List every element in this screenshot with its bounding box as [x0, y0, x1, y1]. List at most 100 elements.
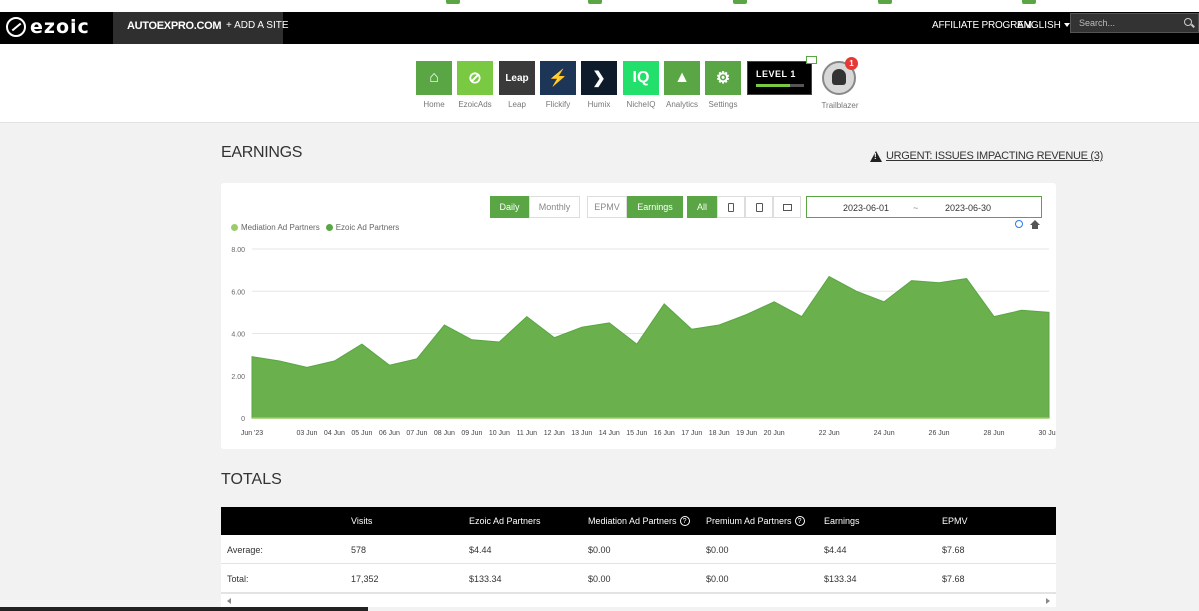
x-tick-label: 10 Jun: [489, 430, 510, 437]
site-name: AUTOEXPRO.COM: [127, 20, 222, 32]
column-header-label: Visits: [351, 516, 373, 526]
avatar-icon: [832, 69, 846, 85]
caret-down-icon: [1063, 23, 1070, 28]
table-cell: $4.44: [469, 545, 492, 555]
table-cell: $0.00: [706, 574, 729, 584]
trailblazer-label: Trailblazer: [821, 101, 859, 110]
home-icon: ⌂: [416, 61, 452, 95]
chart-legend: Mediation Ad Partners Ezoic Ad Partners: [231, 223, 399, 232]
column-header: Premium Ad Partners?: [706, 516, 805, 526]
legend-label: Mediation Ad Partners: [241, 223, 320, 232]
table-cell: $133.34: [824, 574, 857, 584]
daily-button[interactable]: Daily: [490, 196, 529, 218]
table-cell: $0.00: [588, 574, 611, 584]
y-tick-label: 2.00: [231, 374, 245, 381]
y-tick-label: 8.00: [231, 247, 245, 254]
earnings-button[interactable]: Earnings: [627, 196, 683, 218]
settings-icon: ⚙: [705, 61, 741, 95]
column-header-label: Earnings: [824, 516, 860, 526]
totals-table: Visits Ezoic Ad Partners Mediation Ad Part…: [221, 507, 1056, 607]
x-tick-label: 26 Jun: [929, 430, 950, 437]
table-cell: Average:: [227, 545, 263, 555]
add-site-link[interactable]: + ADD A SITE: [226, 20, 289, 31]
x-tick-label: 15 Jun: [626, 430, 647, 437]
mobile-button[interactable]: [717, 196, 745, 218]
x-tick-label: 07 Jun: [406, 430, 427, 437]
legend-dot: [231, 224, 238, 231]
urgent-issues-link[interactable]: URGENT: ISSUES IMPACTING REVENUE (3): [870, 150, 1103, 162]
totals-title: TOTALS: [221, 471, 282, 488]
x-tick-label: 20 Jun: [764, 430, 785, 437]
x-tick-label: 13 Jun: [571, 430, 592, 437]
level-badge[interactable]: LEVEL 1: [747, 61, 812, 95]
warning-icon: [870, 150, 882, 162]
x-tick-label: 14 Jun: [599, 430, 620, 437]
ezoic-wordmark: ezoic: [30, 16, 90, 38]
x-tick-label: 19 Jun: [736, 430, 757, 437]
table-cell: $0.00: [588, 545, 611, 555]
y-tick-label: 6.00: [231, 289, 245, 296]
scroll-left-icon[interactable]: [227, 598, 231, 604]
monthly-button[interactable]: Monthly: [529, 196, 580, 218]
nicheiq-icon: IQ: [623, 61, 659, 95]
search-placeholder: Search...: [1079, 18, 1116, 28]
analytics-icon: ▲: [664, 61, 700, 95]
scroll-right-icon[interactable]: [1046, 598, 1050, 604]
x-tick-label: Jun '23: [241, 430, 263, 437]
x-tick-label: 09 Jun: [461, 430, 482, 437]
column-header: Mediation Ad Partners?: [588, 516, 690, 526]
column-header-label: Premium Ad Partners: [706, 516, 792, 526]
x-tick-label: 18 Jun: [709, 430, 730, 437]
table-cell: $7.68: [942, 574, 965, 584]
app-label: Settings: [708, 100, 738, 109]
date-range-input[interactable]: 2023-06-01 ~ 2023-06-30: [806, 196, 1042, 218]
zoom-icon[interactable]: [1015, 220, 1023, 228]
ezoicads-icon: ⊘: [457, 61, 493, 95]
browser-strip: [0, 0, 1199, 12]
level-progress: [756, 84, 804, 87]
language-dropdown[interactable]: ENGLISH: [1017, 20, 1070, 31]
x-tick-label: 22 Jun: [819, 430, 840, 437]
date-separator: ~: [913, 203, 919, 213]
x-tick-label: 05 Jun: [351, 430, 372, 437]
site-selector[interactable]: AUTOEXPRO.COM + ADD A SITE: [113, 12, 289, 44]
top-navbar: ezoic AUTOEXPRO.COM + ADD A SITE AFFILIA…: [0, 12, 1199, 44]
search-icon[interactable]: [1184, 18, 1192, 26]
reset-zoom-home-icon[interactable]: [1030, 220, 1040, 229]
mobile-icon: [728, 202, 734, 212]
date-from: 2023-06-01: [843, 203, 890, 213]
x-tick-label: 08 Jun: [434, 430, 455, 437]
desktop-button[interactable]: [773, 196, 801, 218]
desktop-icon: [782, 203, 792, 211]
table-cell: 17,352: [351, 574, 379, 584]
table-cell: $4.44: [824, 545, 847, 555]
mail-icon[interactable]: [806, 56, 817, 64]
column-header: EPMV: [942, 516, 968, 526]
search-input[interactable]: Search...: [1070, 13, 1199, 33]
tab-indicator: [446, 0, 460, 4]
x-tick-label: 30 Jun: [1038, 430, 1056, 437]
epmv-button[interactable]: EPMV: [587, 196, 627, 218]
all-devices-button[interactable]: All: [687, 196, 717, 218]
level-label: LEVEL 1: [756, 69, 796, 79]
horizontal-scrollbar[interactable]: [221, 593, 1056, 607]
series-area-ezoic[interactable]: [251, 275, 1050, 419]
y-tick-label: 4.00: [231, 332, 245, 339]
column-header-label: EPMV: [942, 516, 968, 526]
ezoic-logo[interactable]: ezoic: [6, 16, 90, 38]
legend-item-mediation[interactable]: Mediation Ad Partners: [231, 223, 320, 232]
table-body: Average: 578 $4.44 $0.00 $0.00 $4.44 $7.68 Tota…: [221, 535, 1056, 593]
tab-indicator: [588, 0, 602, 4]
date-to: 2023-06-30: [945, 203, 992, 213]
app-settings[interactable]: ⚙ Settings: [705, 61, 741, 109]
help-icon[interactable]: ?: [794, 516, 805, 526]
tablet-button[interactable]: [745, 196, 773, 218]
help-icon[interactable]: ?: [679, 516, 690, 526]
table-cell: Total:: [227, 574, 249, 584]
x-tick-label: 11 Jun: [517, 430, 538, 437]
table-header: Visits Ezoic Ad Partners Mediation Ad Part…: [221, 507, 1056, 535]
x-tick-label: 28 Jun: [984, 430, 1005, 437]
table-cell: $7.68: [942, 545, 965, 555]
language-label: ENGLISH: [1017, 20, 1061, 31]
legend-item-ezoic[interactable]: Ezoic Ad Partners: [325, 223, 399, 232]
